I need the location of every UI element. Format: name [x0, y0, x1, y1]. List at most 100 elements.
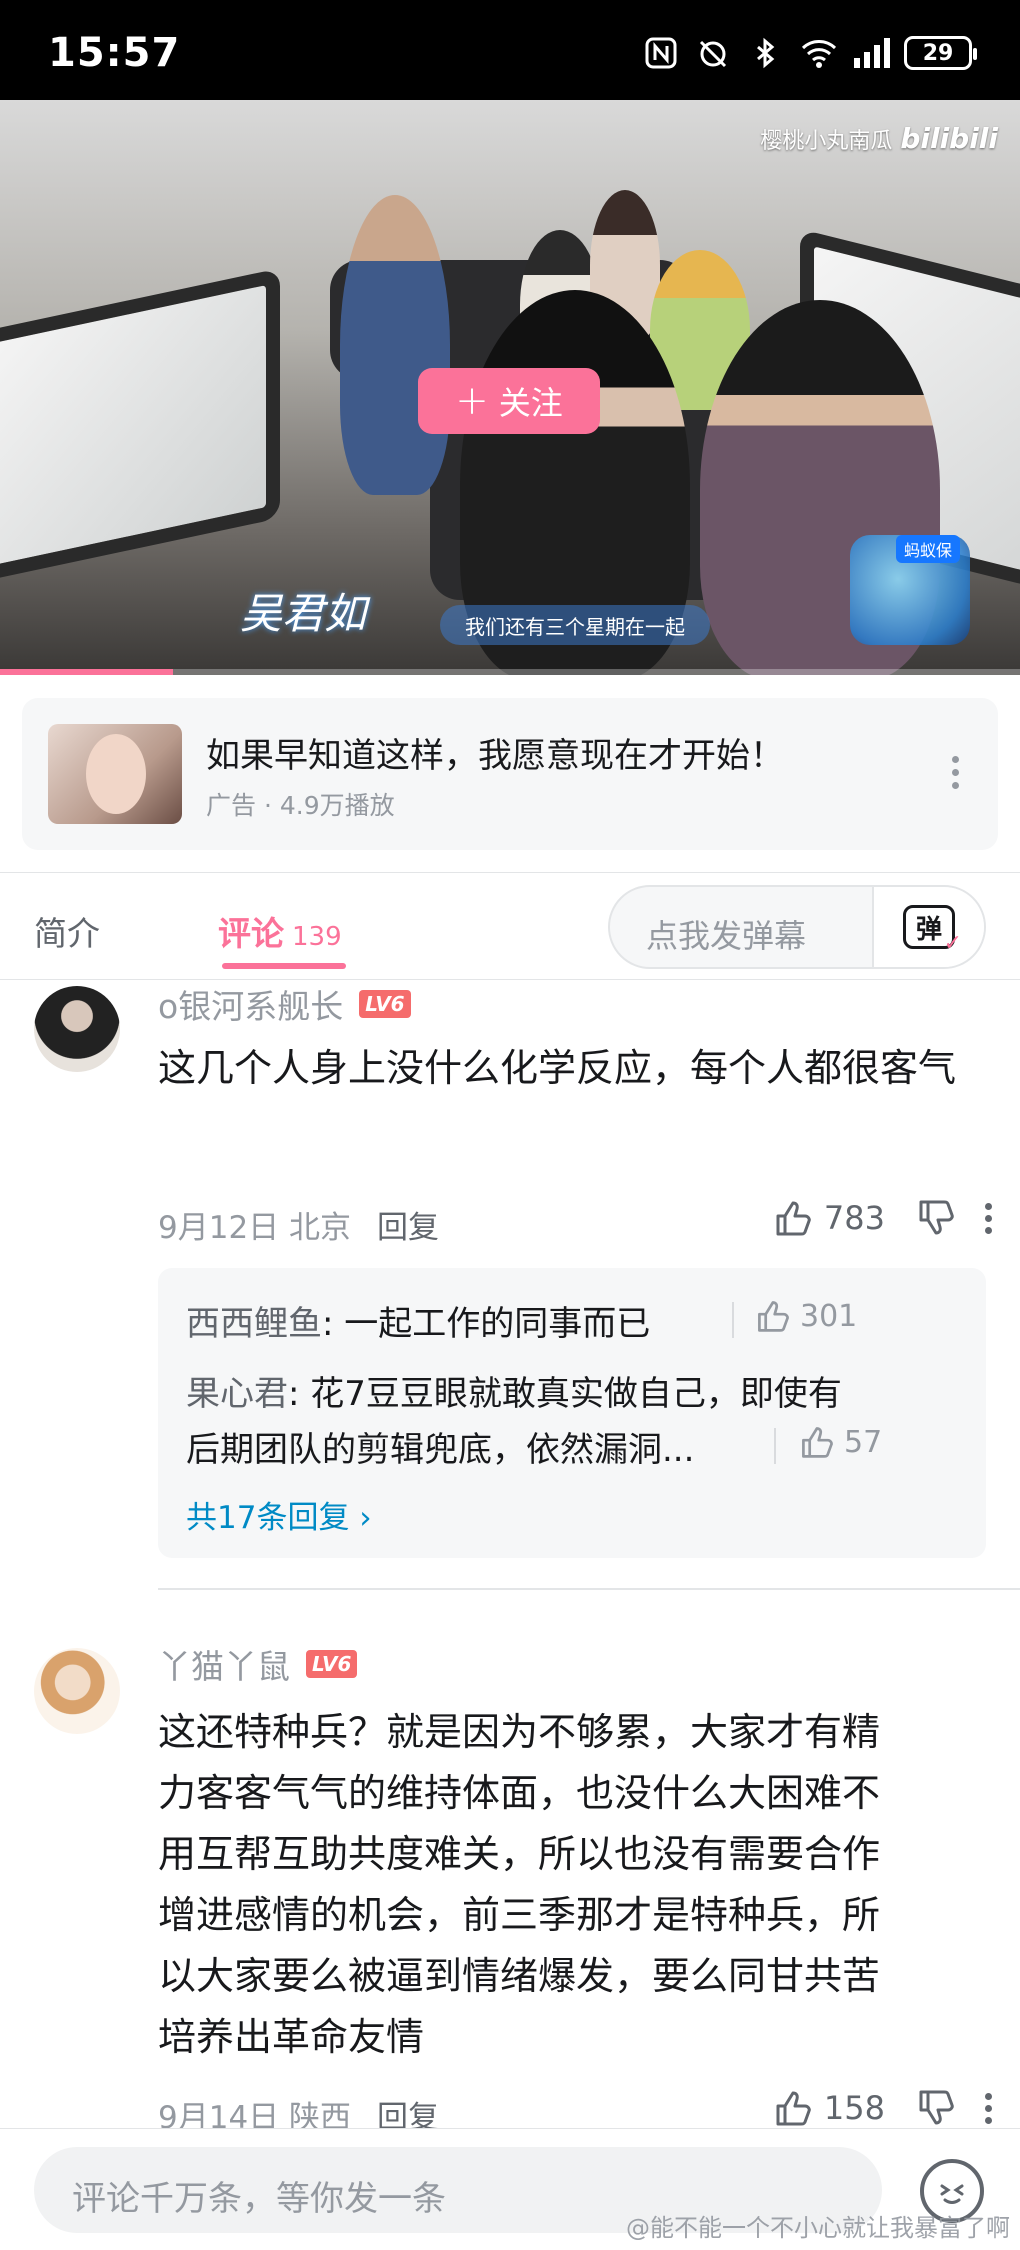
danmaku-icon: 弹 ✓	[903, 905, 962, 956]
weibo-watermark: @能不能一个不小心就让我暴富了啊	[626, 2214, 1010, 2242]
comment-text: 这几个人身上没什么化学反应，每个人都很客气	[158, 1046, 957, 1090]
danmaku-icon-text: 弹	[915, 914, 942, 945]
wifi-icon	[800, 36, 837, 70]
check-icon: ✓	[943, 931, 962, 956]
follow-button[interactable]: + 关注	[418, 368, 600, 434]
like-count: 158	[823, 2089, 885, 2127]
comment-item: 丫猫丫鼠 LV6 这还特种兵？就是因为不够累，大家才有精 力客客气气的维持体面，…	[0, 1640, 1020, 2140]
username-text: 丫猫丫鼠	[158, 1647, 290, 1686]
status-icons: 29	[644, 36, 977, 70]
video-progress-bar[interactable]	[0, 669, 1020, 675]
plus-icon: +	[455, 378, 489, 424]
comment-line: 这还特种兵？就是因为不够累，大家才有精	[158, 1710, 881, 1754]
bluetooth-icon	[748, 36, 782, 70]
reply-author: 果心君	[186, 1374, 288, 1414]
passenger	[340, 195, 450, 495]
avatar[interactable]	[34, 1648, 120, 1734]
thumbs-up-icon	[776, 2091, 811, 2126]
dislike-button[interactable]	[915, 2088, 955, 2128]
video-player[interactable]: 樱桃小丸南瓜 bilibili + 关注 吴君如 我们还有三个星期在一起 蚂蚁保	[0, 100, 1020, 675]
comment-actions: 783	[772, 1198, 992, 1238]
dislike-button[interactable]	[915, 1198, 955, 1238]
status-bar: 15:57 29	[0, 0, 1020, 100]
sponsor-badge: 蚂蚁保	[895, 535, 960, 563]
ad-meta: 广告 · 4.9万播放	[206, 791, 395, 820]
van-window-left	[0, 268, 280, 582]
reply-text: : 一起工作的同事而已	[322, 1304, 651, 1344]
alarm-off-icon	[696, 36, 730, 70]
comment-line: 以大家要么被逼到情绪爆发，要么同甘共苦	[158, 1954, 881, 1998]
comment-input-placeholder: 评论千万条，等你发一条	[72, 2179, 446, 2219]
video-progress-fill	[0, 669, 174, 675]
more-options-icon[interactable]	[985, 2092, 992, 2124]
danmaku-toggle-button[interactable]: 弹 ✓	[872, 887, 984, 967]
thumbs-up-icon	[776, 1201, 811, 1236]
reply-like-count: 301	[800, 1298, 858, 1334]
thumbs-up-icon	[758, 1301, 789, 1332]
name-caption: 吴君如	[240, 589, 367, 638]
like-count: 783	[823, 1199, 885, 1237]
reply-button[interactable]: 回复	[377, 1202, 439, 1247]
uploader-name: 樱桃小丸南瓜	[760, 128, 893, 154]
bilibili-logo: bilibili	[900, 122, 998, 155]
tab-comments[interactable]: 评论 139	[218, 907, 342, 955]
battery-level: 29	[922, 40, 954, 66]
content-tabs: 简介 评论 139 点我发弹幕 弹 ✓	[0, 872, 1020, 980]
comment-divider	[158, 1588, 1020, 1590]
like-button[interactable]: 158	[772, 2088, 885, 2128]
ad-thumbnail	[48, 724, 182, 824]
comment-meta: 9月12日 北京 回复	[158, 1202, 439, 1247]
reply-row[interactable]: 西西鲤鱼: 一起工作的同事而已	[186, 1296, 650, 1345]
clock: 15:57	[48, 30, 181, 76]
reply-like-count: 57	[844, 1424, 883, 1460]
tab-intro[interactable]: 简介	[34, 907, 100, 955]
danmaku-placeholder: 点我发弹幕	[646, 917, 807, 955]
reply-row-continued[interactable]: 后期团队的剪辑兜底，依然漏洞...	[186, 1422, 694, 1471]
battery-icon: 29	[904, 36, 977, 70]
comment-date-location: 9月12日 北京	[158, 1202, 351, 1247]
reply-text-continued: 后期团队的剪辑兜底，依然漏洞...	[186, 1430, 695, 1470]
reply-separator	[732, 1302, 734, 1338]
nfc-icon	[644, 36, 678, 70]
reply-separator	[774, 1428, 776, 1464]
danmaku-input[interactable]: 点我发弹幕 弹 ✓	[608, 885, 986, 969]
avatar[interactable]	[34, 986, 120, 1072]
username-text: o银河系舰长	[158, 987, 344, 1026]
thumbs-up-icon	[802, 1427, 833, 1458]
comment-line: 用互帮互助共度难关，所以也没有需要合作	[158, 1832, 881, 1876]
reply-preview-box[interactable]: 西西鲤鱼: 一起工作的同事而已 301 果心君: 花7豆豆眼就敢真实做自己，即使…	[158, 1268, 986, 1558]
video-subtitle: 我们还有三个星期在一起	[440, 605, 710, 645]
comment-line: 增进感情的机会，前三季那才是特种兵，所	[158, 1893, 881, 1937]
comment-username[interactable]: 丫猫丫鼠 LV6	[158, 1640, 358, 1688]
bilibili-watermark: 樱桃小丸南瓜 bilibili	[760, 122, 998, 155]
thumbs-down-icon	[919, 2090, 954, 2125]
signal-icon	[852, 36, 890, 70]
follow-label: 关注	[498, 384, 563, 422]
comment-line: 力客客气气的维持体面，也没什么大困难不	[158, 1771, 881, 1815]
comment-text: 这还特种兵？就是因为不够累，大家才有精 力客客气气的维持体面，也没什么大困难不 …	[158, 1702, 978, 2068]
reply-like-button[interactable]: 301	[754, 1298, 857, 1334]
more-options-icon[interactable]	[952, 756, 960, 789]
thumbs-down-icon	[919, 1200, 954, 1235]
reply-like-button[interactable]: 57	[798, 1424, 882, 1460]
comment-username[interactable]: o银河系舰长 LV6	[158, 980, 411, 1028]
view-all-replies-link[interactable]: 共17条回复 ›	[186, 1492, 372, 1537]
tab-comments-label: 评论	[218, 914, 284, 953]
comment-date: 9月12日	[158, 1210, 280, 1246]
level-badge: LV6	[306, 1650, 358, 1678]
comment-item: o银河系舰长 LV6 这几个人身上没什么化学反应，每个人都很客气 9月12日 北…	[0, 980, 1020, 1580]
comment-location: 北京	[289, 1210, 352, 1246]
reply-text: : 花7豆豆眼就敢真实做自己，即使有	[288, 1374, 842, 1414]
like-button[interactable]: 783	[772, 1198, 885, 1238]
active-tab-indicator	[222, 963, 346, 969]
ad-card[interactable]: 如果早知道这样，我愿意现在才开始！ 广告 · 4.9万播放	[22, 698, 998, 850]
comment-line: 培养出革命友情	[158, 2015, 425, 2059]
ad-title: 如果早知道这样，我愿意现在才开始！	[206, 736, 784, 776]
reply-author: 西西鲤鱼	[186, 1304, 322, 1344]
level-badge: LV6	[359, 990, 411, 1018]
more-options-icon[interactable]	[985, 1202, 992, 1234]
comment-actions: 158	[772, 2088, 992, 2128]
reply-row[interactable]: 果心君: 花7豆豆眼就敢真实做自己，即使有	[186, 1366, 842, 1415]
ad-thumbnail-face	[86, 734, 146, 814]
tab-comments-count: 139	[292, 922, 342, 952]
